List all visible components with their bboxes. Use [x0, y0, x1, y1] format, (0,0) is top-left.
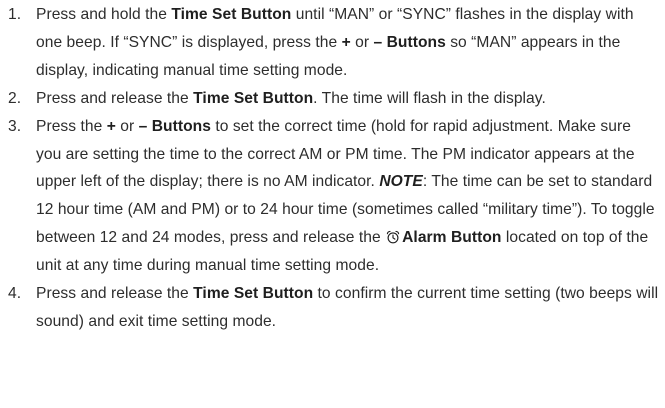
step-number: 2.	[8, 89, 22, 107]
instruction-document: 1. Press and hold the Time Set Button un…	[0, 0, 665, 408]
step-number: 1.	[8, 6, 22, 23]
step-text: Press the	[36, 117, 107, 135]
step-text: Press and release the	[36, 285, 194, 303]
alarm-clock-icon	[386, 231, 400, 244]
note-label: NOTE	[379, 173, 423, 191]
step-text: Press and release the	[36, 89, 194, 107]
time-set-button-label: Time Set Button	[193, 89, 314, 107]
step-4: 4. Press and release the Time Set Button…	[0, 280, 665, 336]
minus-buttons-label: – Buttons	[138, 117, 211, 135]
time-set-button-label: Time Set Button	[171, 6, 292, 23]
step-text: Press and hold the	[36, 6, 172, 23]
step-number: 4.	[8, 285, 22, 303]
step-number: 3.	[8, 117, 22, 135]
step-text: . The time will flash in the display.	[313, 89, 546, 107]
plus-button-label: +	[341, 33, 351, 51]
step-1: 1. Press and hold the Time Set Button un…	[0, 1, 665, 85]
step-text: or	[115, 117, 139, 135]
instruction-steps-list: 1. Press and hold the Time Set Button un…	[0, 1, 665, 336]
minus-buttons-label: – Buttons	[373, 33, 446, 51]
alarm-button-label: Alarm Button	[402, 229, 502, 247]
step-3: 3. Press the + or – Buttons to set the c…	[0, 113, 665, 280]
step-text: or	[350, 33, 374, 51]
step-2: 2. Press and release the Time Set Button…	[0, 85, 665, 113]
plus-button-label: +	[106, 117, 116, 135]
time-set-button-label: Time Set Button	[193, 285, 314, 303]
